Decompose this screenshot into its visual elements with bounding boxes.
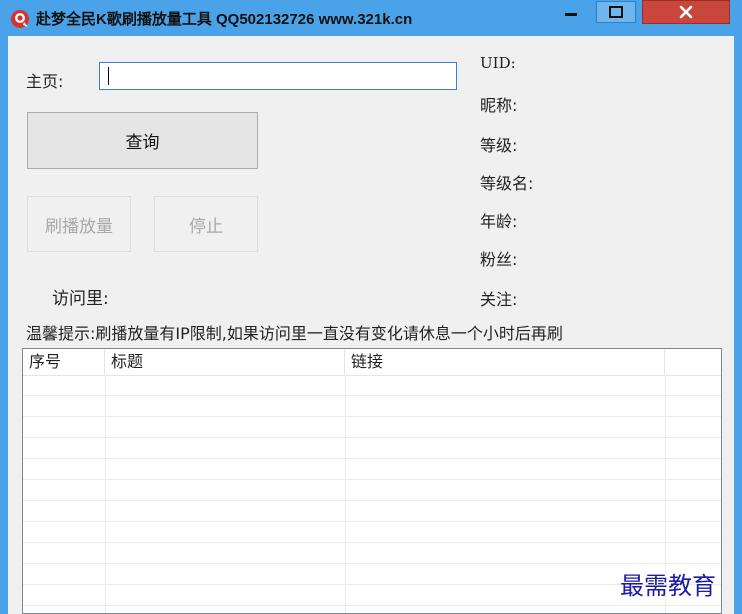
window-title: 赴梦全民K歌刷播放量工具 QQ502132726 www.321k.cn xyxy=(36,11,413,28)
visits-label: 访问里: xyxy=(52,289,109,309)
empty-row xyxy=(23,522,721,543)
empty-row xyxy=(23,501,721,522)
empty-row xyxy=(23,564,721,585)
homepage-label: 主页: xyxy=(26,72,64,91)
column-header-link[interactable]: 链接 xyxy=(345,349,665,375)
column-header-title[interactable]: 标题 xyxy=(105,349,345,375)
empty-row xyxy=(23,438,721,459)
app-icon xyxy=(11,10,29,28)
maximize-icon xyxy=(609,6,623,18)
maximize-button[interactable] xyxy=(596,1,636,23)
empty-row xyxy=(23,375,721,396)
app-window: 赴梦全民K歌刷播放量工具 QQ502132726 www.321k.cn 主页:… xyxy=(0,0,742,614)
nickname-label: 昵称: xyxy=(480,96,518,115)
column-header-extra[interactable] xyxy=(665,349,721,375)
age-label: 年龄: xyxy=(480,212,518,231)
close-button[interactable] xyxy=(642,0,730,24)
empty-row xyxy=(23,459,721,480)
level-name-label: 等级名: xyxy=(480,174,534,193)
minimize-button[interactable] xyxy=(554,0,588,24)
watermark-text: 最需教育 xyxy=(620,572,716,600)
list-header: 序号 标题 链接 xyxy=(23,349,721,376)
query-button[interactable]: 查询 xyxy=(27,112,258,169)
uid-label: UID: xyxy=(480,54,516,72)
empty-row xyxy=(23,396,721,417)
result-list[interactable]: 序号 标题 链接 xyxy=(22,348,722,614)
close-icon xyxy=(679,5,693,19)
empty-row xyxy=(23,417,721,438)
brush-play-count-button[interactable]: 刷播放量 xyxy=(27,196,131,252)
title-bar[interactable]: 赴梦全民K歌刷播放量工具 QQ502132726 www.321k.cn xyxy=(0,0,742,36)
following-label: 关注: xyxy=(480,290,518,309)
level-label: 等级: xyxy=(480,136,518,155)
empty-row xyxy=(23,543,721,564)
empty-row xyxy=(23,480,721,501)
fans-label: 粉丝: xyxy=(480,250,518,269)
client-area: 主页: 查询 刷播放量 停止 访问里: UID: 昵称: 等级: 等级名: 年龄… xyxy=(8,36,734,614)
homepage-input[interactable] xyxy=(99,62,457,90)
column-header-index[interactable]: 序号 xyxy=(23,349,105,375)
empty-row xyxy=(23,585,721,606)
tip-text: 温馨提示:刷播放量有IP限制,如果访问里一直没有变化请休息一个小时后再刷 xyxy=(26,324,563,343)
minimize-icon xyxy=(565,13,577,16)
text-caret xyxy=(108,67,109,85)
stop-button[interactable]: 停止 xyxy=(154,196,258,252)
